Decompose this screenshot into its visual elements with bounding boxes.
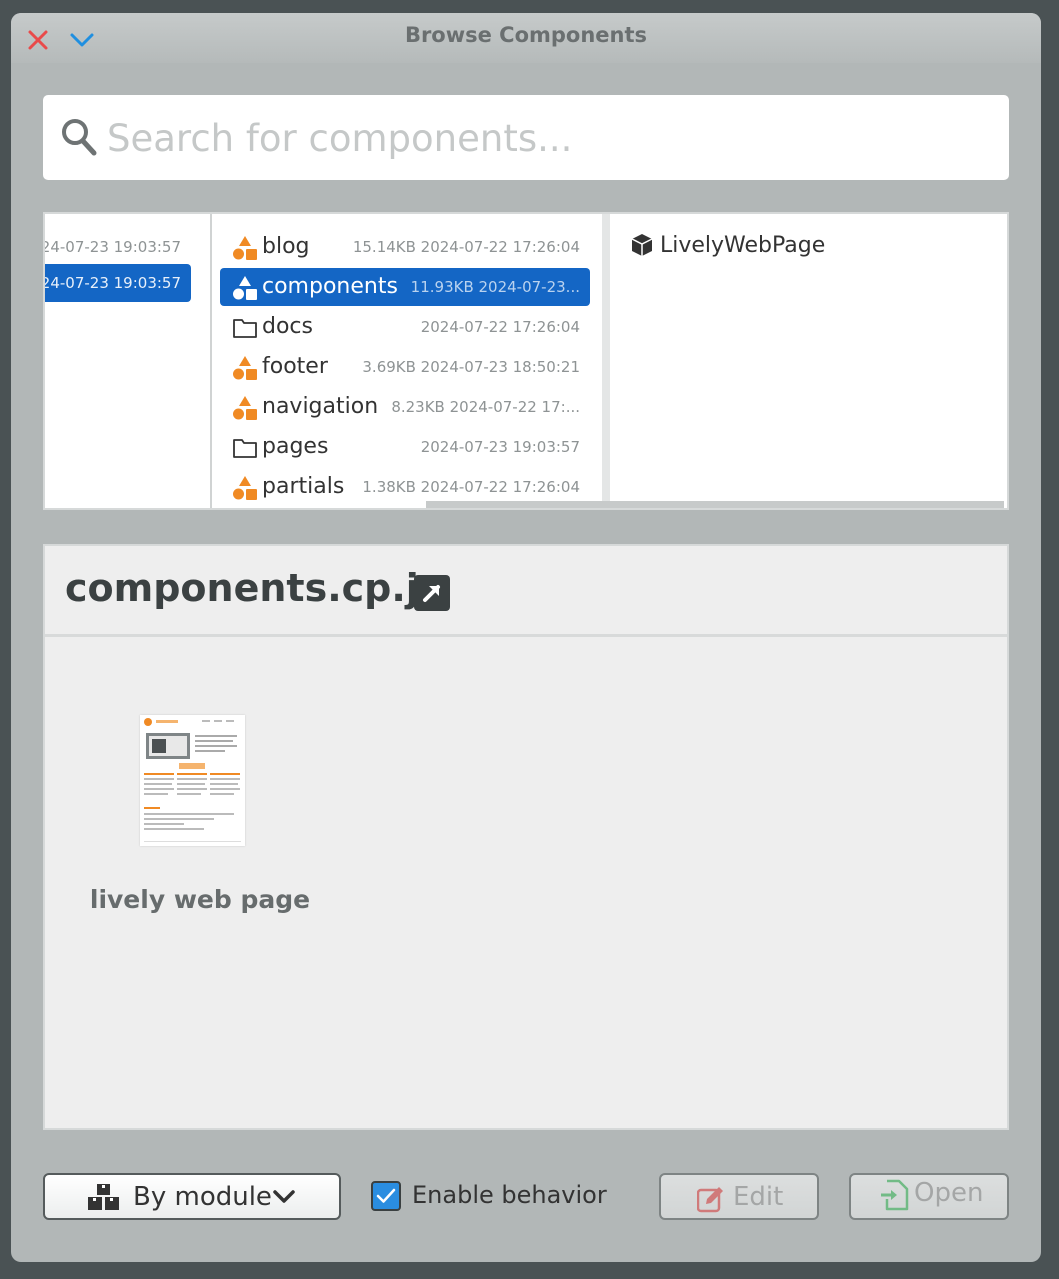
- group-by-dropdown[interactable]: By module: [43, 1173, 341, 1220]
- edit-button[interactable]: Edit: [659, 1173, 819, 1220]
- list-item-pages[interactable]: pages 2024-07-23 19:03:57: [220, 428, 590, 466]
- component-bundle-icon: [233, 356, 257, 380]
- preview-header: components.cp.js: [45, 546, 1007, 637]
- checkmark-icon: [376, 1188, 396, 1203]
- list-item-blog[interactable]: blog 15.14KB 2024-07-22 17:26:04: [220, 228, 590, 266]
- open-button[interactable]: Open: [849, 1173, 1009, 1220]
- enable-behavior-checkbox[interactable]: [371, 1181, 401, 1211]
- component-bundle-icon: [233, 236, 257, 260]
- group-by-label: By module: [133, 1182, 272, 1212]
- component-browser: 2024-07-23 19:03:57 2024-07-23 19:03:57 …: [43, 212, 1009, 510]
- list-item-docs[interactable]: docs 2024-07-22 17:26:04: [220, 308, 590, 346]
- preview-title: components.cp.js: [65, 566, 442, 610]
- page-preview-image: [140, 715, 245, 846]
- open-external-button[interactable]: [414, 575, 450, 611]
- chevron-down-icon: [273, 1190, 295, 1203]
- title-bar[interactable]: Browse Components: [11, 13, 1041, 63]
- folder-icon: [233, 439, 257, 458]
- column-resizer[interactable]: [602, 214, 610, 508]
- search-box[interactable]: [43, 95, 1009, 180]
- folder-icon: [233, 319, 257, 338]
- list-item-selected[interactable]: 2024-07-23 19:03:57: [45, 264, 191, 302]
- list-item[interactable]: 2024-07-23 19:03:57: [45, 228, 191, 266]
- cube-icon: [631, 234, 653, 256]
- list-item-navigation[interactable]: navigation 8.23KB 2024-07-22 17:...: [220, 388, 590, 426]
- external-link-icon: [423, 585, 440, 602]
- directory-column-parent[interactable]: 2024-07-23 19:03:57 2024-07-23 19:03:57: [45, 214, 212, 508]
- component-bundle-icon: [233, 276, 257, 300]
- edit-icon: [697, 1187, 723, 1213]
- search-icon: [62, 119, 97, 156]
- modules-icon: [88, 1184, 119, 1210]
- directory-column[interactable]: blog 15.14KB 2024-07-22 17:26:04 compone…: [212, 214, 602, 508]
- enable-behavior-label: Enable behavior: [412, 1181, 607, 1209]
- edit-label: Edit: [733, 1182, 784, 1212]
- horizontal-scrollbar[interactable]: [426, 501, 1004, 508]
- component-label: lively web page: [89, 885, 311, 914]
- search-input[interactable]: [105, 109, 989, 167]
- open-file-icon: [881, 1179, 909, 1211]
- preview-panel: components.cp.js lively web page: [43, 544, 1009, 1130]
- browse-components-window: Browse Components 2024-07-23 19:03:57 20…: [11, 13, 1041, 1262]
- component-bundle-icon: [233, 396, 257, 420]
- list-item-components[interactable]: components 11.93KB 2024-07-23...: [220, 268, 590, 306]
- window-title: Browse Components: [404, 23, 648, 47]
- open-label: Open: [914, 1178, 984, 1208]
- component-bundle-icon: [233, 476, 257, 500]
- components-column[interactable]: LivelyWebPage: [610, 214, 1007, 508]
- list-item-footer[interactable]: footer 3.69KB 2024-07-23 18:50:21: [220, 348, 590, 386]
- component-thumbnail[interactable]: [140, 715, 245, 846]
